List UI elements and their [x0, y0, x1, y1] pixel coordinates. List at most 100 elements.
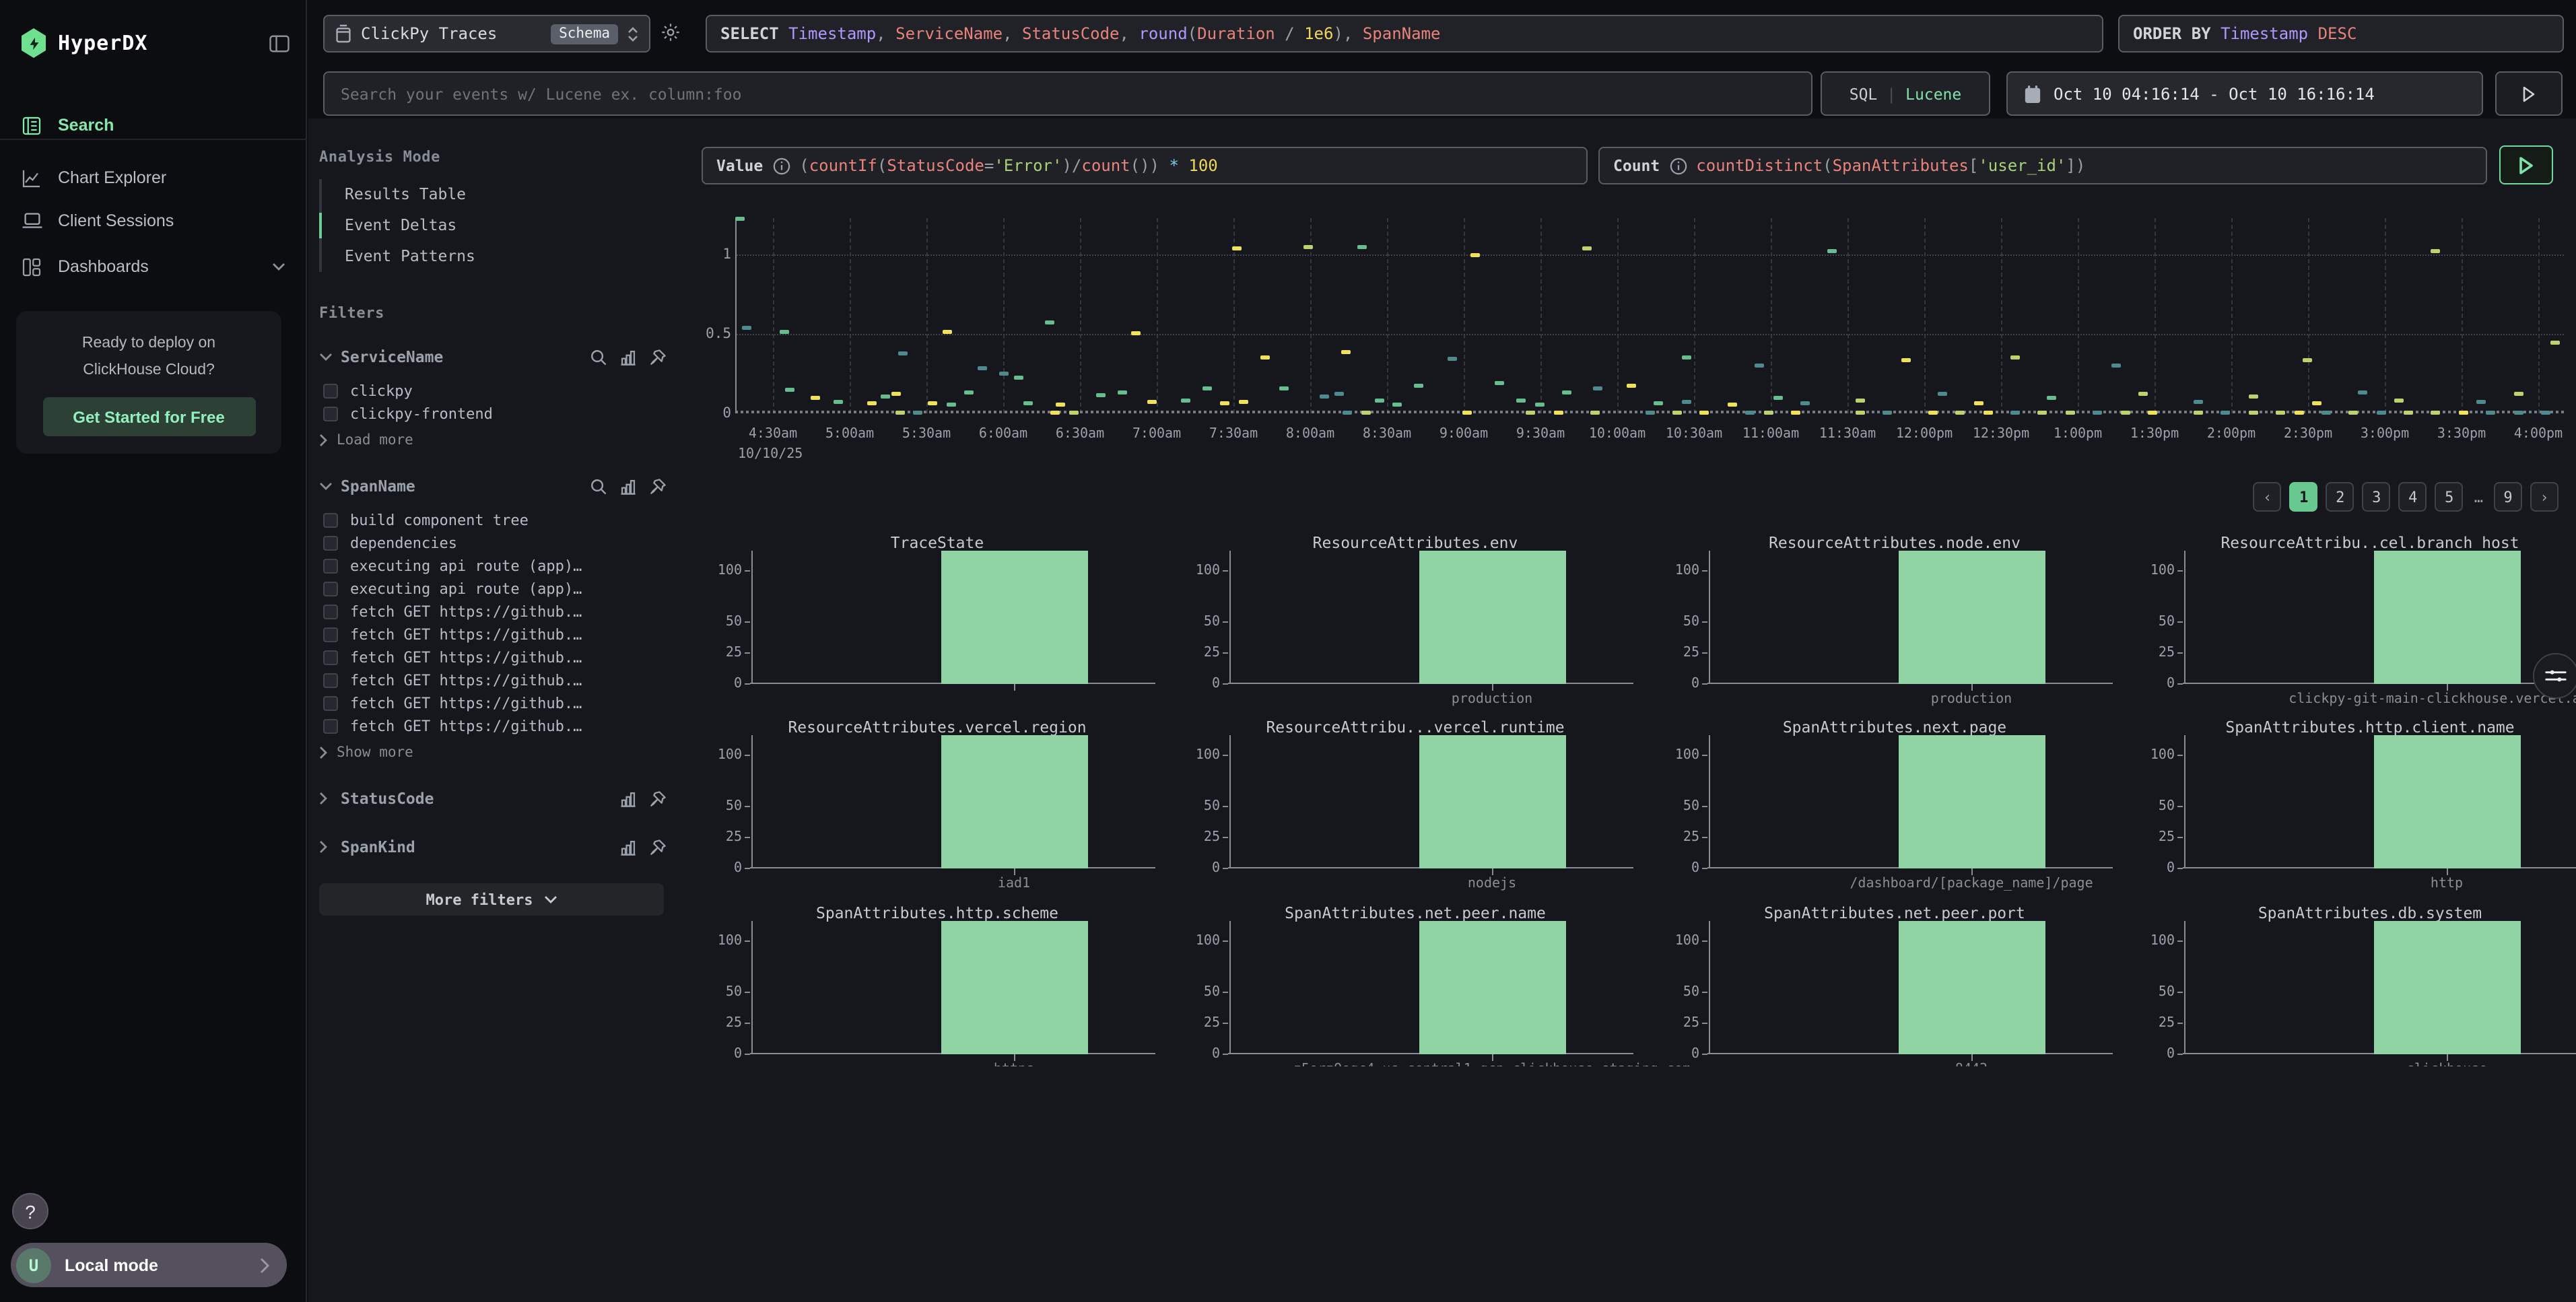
help-button[interactable]: ?	[12, 1193, 48, 1229]
y-tick-text: 50	[2159, 799, 2175, 814]
pagination-page-9[interactable]: 9	[2494, 482, 2522, 512]
data-point	[1800, 401, 1810, 405]
pagination: ‹12345…9›	[2253, 482, 2558, 512]
filter-header-spanname[interactable]: SpanName	[319, 473, 667, 500]
bar	[1899, 551, 2045, 684]
sidebar-item-client-sessions[interactable]: Client Sessions	[0, 203, 307, 238]
data-point	[2010, 411, 2020, 415]
order-by-editor[interactable]: ORDER BY Timestamp DESC	[2118, 15, 2564, 53]
pagination-next[interactable]: ›	[2530, 482, 2558, 512]
event-deltas-chart[interactable]: 4:30am5:00am5:30am6:00am6:30am7:00am7:30…	[702, 215, 2567, 478]
sidebar-item-chart-explorer[interactable]: Chart Explorer	[0, 160, 307, 195]
filter-header-servicename[interactable]: ServiceName	[319, 343, 667, 370]
breakdown-chart-spanattributes-net-peer-name[interactable]: SpanAttributes.net.peer.name10050250z5or…	[1197, 903, 1601, 1066]
bar-chart-icon[interactable]	[619, 477, 637, 495]
breakdown-chart-spanattributes-db-system[interactable]: SpanAttributes.db.system10050250clickhou…	[2152, 903, 2556, 1066]
filter-option[interactable]: clickpy	[319, 380, 667, 403]
data-point	[895, 411, 904, 415]
pagination-page-1[interactable]: 1	[2290, 482, 2318, 512]
value-expression-box[interactable]: Value (countIf(StatusCode='Error')/count…	[702, 147, 1588, 184]
search-icon[interactable]	[590, 477, 607, 495]
data-point	[2248, 411, 2258, 415]
breakdown-chart-spanattributes-next-page[interactable]: SpanAttributes.next.page10050250/dashboa…	[1676, 718, 2080, 899]
breakdown-chart-resourceattributes-vercel-region[interactable]: ResourceAttributes.vercel.region10050250…	[719, 718, 1123, 899]
sidebar-item-dashboards[interactable]: Dashboards	[0, 249, 307, 284]
breakdown-chart-resourceattributes-env[interactable]: ResourceAttributes.env10050250production	[1197, 533, 1601, 715]
x-tick-label: 2:30pm	[2284, 427, 2332, 442]
source-selector[interactable]: ClickPy Traces Schema	[323, 15, 650, 53]
x-axis-date-label: 10/10/25	[738, 447, 803, 462]
breakdown-chart-spanattributes-http-scheme[interactable]: SpanAttributes.http.scheme10050250https	[719, 903, 1123, 1066]
bar-chart-icon[interactable]	[619, 348, 637, 366]
sidebar-item-search[interactable]: Search	[0, 108, 307, 143]
data-point	[1334, 392, 1343, 396]
y-tick-text: 50	[1204, 615, 1220, 629]
search-bar[interactable]	[323, 71, 1812, 116]
load-more-button[interactable]: Load more	[319, 428, 667, 451]
pin-icon[interactable]	[649, 348, 667, 366]
user-menu[interactable]: U Local mode	[11, 1243, 287, 1287]
data-point	[899, 352, 908, 356]
count-expression-box[interactable]: Count countDistinct(SpanAttributes['user…	[1598, 147, 2487, 184]
more-label: Load more	[337, 432, 413, 448]
code-token: [	[1969, 156, 1978, 175]
checkbox[interactable]	[323, 407, 338, 421]
pagination-page-4[interactable]: 4	[2399, 482, 2427, 512]
x-tick-label: 10:30am	[1666, 427, 1722, 442]
y-tick-label: 0.5	[706, 326, 731, 342]
pin-icon[interactable]	[649, 477, 667, 495]
data-point	[2194, 399, 2203, 403]
data-point	[1583, 247, 1592, 251]
analysis-mode-event-patterns[interactable]: Event Patterns	[322, 241, 667, 272]
chart-settings-floating-button[interactable]	[2533, 653, 2576, 699]
data-point	[2221, 411, 2231, 415]
y-tick-label: 100	[1196, 934, 1228, 949]
run-query-button[interactable]	[2499, 145, 2553, 184]
bar	[2374, 551, 2521, 684]
code-token: 1e6	[1304, 24, 1333, 43]
get-started-button[interactable]: Get Started for Free	[42, 398, 255, 437]
checkbox[interactable]	[323, 513, 338, 528]
data-point	[946, 403, 955, 407]
pagination-page-5[interactable]: 5	[2435, 482, 2464, 512]
y-tick-label: 100	[718, 563, 750, 578]
breakdown-chart-spanattributes-net-peer-port[interactable]: SpanAttributes.net.peer.port100502508443	[1676, 903, 2080, 1066]
y-tick-text: 100	[718, 934, 742, 949]
query-language-toggle[interactable]: SQL | Lucene	[1821, 71, 1990, 116]
source-settings-gear-icon[interactable]	[660, 22, 681, 43]
breakdown-chart-spanattributes-http-client-name[interactable]: SpanAttributes.http.client.name10050250h…	[2152, 718, 2556, 899]
search-run-button[interactable]	[2495, 71, 2563, 116]
pagination-page-3[interactable]: 3	[2363, 482, 2391, 512]
y-tick-label: 0	[1212, 861, 1228, 876]
search-input[interactable]	[341, 84, 1795, 103]
breakdown-chart-resourceattribu-cel-branch-host[interactable]: ResourceAttribu..cel.branch_host10050250…	[2152, 533, 2556, 715]
breakdown-chart-resourceattributes-node-env[interactable]: ResourceAttributes.node.env10050250produ…	[1676, 533, 2080, 715]
checkbox[interactable]	[323, 384, 338, 399]
code-token: 'Error'	[994, 156, 1062, 175]
toggle-sql[interactable]: SQL	[1850, 84, 1878, 103]
pagination-page-2[interactable]: 2	[2326, 482, 2354, 512]
collapse-sidebar-icon[interactable]	[269, 34, 290, 52]
search-icon[interactable]	[590, 348, 607, 366]
x-tick-label: 11:30am	[1819, 427, 1876, 442]
breakdown-chart-tracestate[interactable]: TraceState10050250	[719, 533, 1123, 715]
breakdown-chart-resourceattribu-vercel-runtime[interactable]: ResourceAttribu...vercel.runtime10050250…	[1197, 718, 1601, 899]
filter-option[interactable]: build component tree	[319, 509, 667, 532]
y-axis-line	[1229, 921, 1231, 1054]
data-point	[1681, 399, 1691, 403]
pagination-prev[interactable]: ‹	[2253, 482, 2282, 512]
chart-line-icon	[22, 168, 43, 188]
analysis-mode-results-table[interactable]: Results Table	[322, 179, 667, 210]
toggle-lucene[interactable]: Lucene	[1905, 84, 1961, 103]
gridline-vertical	[1540, 218, 1542, 413]
x-tick-label: 4:00pm	[2514, 427, 2563, 442]
code-token: (	[877, 156, 887, 175]
analysis-mode-event-deltas[interactable]: Event Deltas	[322, 210, 667, 241]
sql-select-editor[interactable]: SELECT Timestamp, ServiceName, StatusCod…	[706, 15, 2103, 53]
time-range-picker[interactable]: Oct 10 04:16:14 - Oct 10 16:16:14	[2006, 71, 2483, 116]
data-point	[1654, 401, 1664, 405]
y-tick-label: 0	[1691, 1047, 1707, 1062]
x-category-label: https	[994, 1062, 1034, 1066]
filter-option[interactable]: clickpy-frontend	[319, 403, 667, 425]
data-point	[1526, 411, 1535, 415]
